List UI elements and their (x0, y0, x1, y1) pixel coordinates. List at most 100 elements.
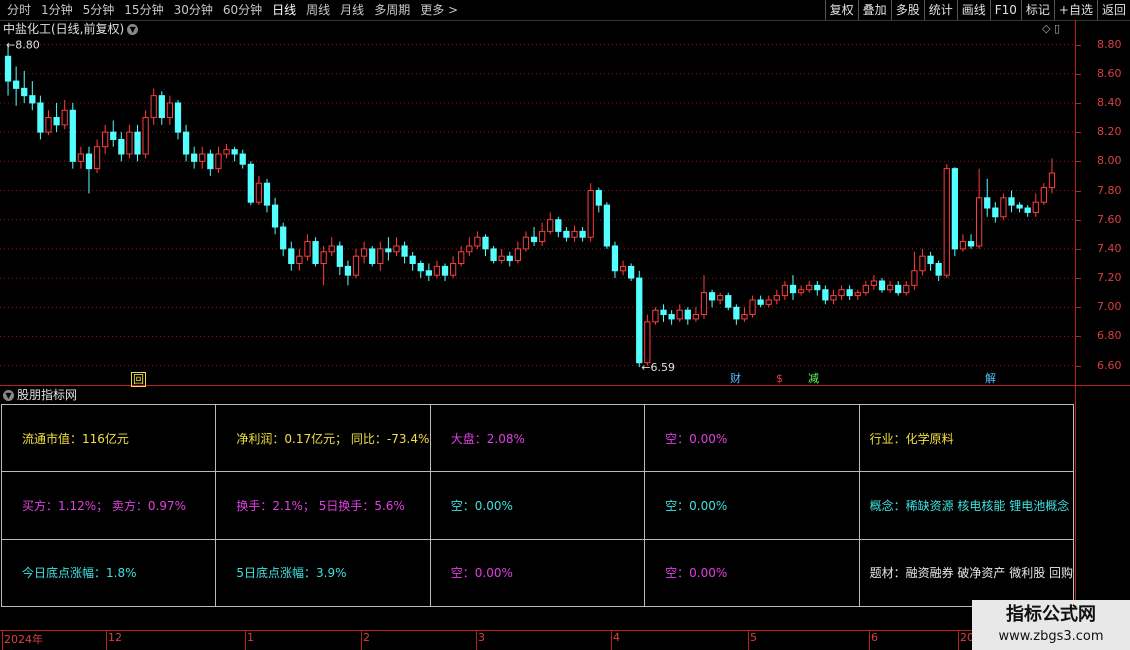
marker-cai[interactable]: 财 (730, 372, 741, 385)
candle (943, 164, 950, 279)
candle (895, 280, 902, 296)
table-cell: 空：0.00% (429, 471, 646, 540)
candle (393, 237, 400, 257)
candle (611, 241, 619, 279)
y-tick (1075, 248, 1081, 250)
period-tab[interactable]: 月线 (335, 0, 369, 20)
marker-jian[interactable]: 减 (808, 372, 819, 385)
action-button[interactable]: 画线 (956, 0, 990, 20)
candle (360, 241, 368, 264)
candle (814, 280, 821, 296)
candle (1048, 158, 1056, 194)
candle (255, 175, 263, 206)
candle (579, 226, 586, 242)
period-tab[interactable]: 分时 (2, 0, 36, 20)
candle (846, 285, 853, 300)
candle (336, 241, 343, 276)
table-cell: 换手：2.1%； 5日换手：5.6% (215, 471, 431, 540)
date-tick (245, 630, 246, 650)
period-tab[interactable]: 日线 (267, 0, 301, 20)
candle (789, 275, 797, 300)
candle (466, 237, 473, 257)
candlestick-chart[interactable]: ←8.80 ←6.59 (0, 20, 1075, 385)
table-cell: 今日底点涨幅：1.8% (0, 538, 217, 608)
period-tab[interactable]: 周线 (301, 0, 335, 20)
y-tick-label: 8.40 (1097, 95, 1122, 109)
table-cell: 大盘：2.08% (429, 403, 646, 473)
candle (263, 178, 271, 213)
period-tab[interactable]: 15分钟 (119, 0, 168, 20)
candle (741, 307, 748, 322)
action-button[interactable]: 返回 (1096, 0, 1130, 20)
candle (733, 304, 740, 325)
y-tick-label: 6.60 (1097, 358, 1122, 372)
period-tab[interactable]: 多周期 (369, 0, 415, 20)
y-tick-label: 7.60 (1097, 212, 1122, 226)
candle (539, 222, 546, 246)
y-tick (1075, 278, 1081, 280)
table-cell: 空：0.00% (429, 538, 646, 608)
watermark-url: www.zbgs3.com (998, 629, 1104, 644)
period-tab[interactable]: 60分钟 (218, 0, 267, 20)
candle (482, 234, 489, 257)
candle (886, 280, 894, 293)
candle (458, 245, 465, 267)
period-tab[interactable]: 更多 > (415, 0, 463, 20)
candle (352, 248, 360, 279)
candle (563, 226, 570, 242)
action-button[interactable]: 叠加 (857, 0, 891, 20)
candle (296, 248, 303, 271)
candle (85, 146, 93, 194)
candle (587, 183, 594, 242)
y-tick (1075, 219, 1081, 221)
marker-hui[interactable]: 回 (131, 372, 146, 387)
candle (288, 241, 295, 271)
date-tick (2, 630, 3, 650)
candle (13, 66, 20, 106)
candle (547, 212, 554, 235)
y-tick (1075, 132, 1081, 134)
table-cell: 空：0.00% (644, 538, 860, 608)
candle (522, 231, 530, 252)
action-button[interactable]: 复权 (824, 0, 858, 20)
candle (385, 237, 392, 261)
action-button[interactable]: F10 (989, 0, 1021, 20)
action-button[interactable]: 多股 (890, 0, 924, 20)
candle (223, 143, 230, 159)
period-tab[interactable]: 30分钟 (169, 0, 218, 20)
marker-jie[interactable]: 解 (985, 372, 996, 385)
action-button[interactable]: +自选 (1053, 0, 1097, 20)
candle (45, 110, 52, 136)
chevron-down-icon[interactable]: ▼ (3, 390, 14, 401)
candle (927, 251, 934, 271)
period-tab[interactable]: 5分钟 (78, 0, 120, 20)
candle (320, 245, 327, 286)
candle (29, 81, 36, 111)
y-tick-label: 8.20 (1097, 125, 1122, 139)
candle (1008, 190, 1015, 213)
action-button[interactable]: 标记 (1020, 0, 1054, 20)
candle (676, 304, 683, 322)
candle (61, 100, 68, 130)
candle (142, 110, 149, 159)
candle (984, 178, 991, 217)
candle (239, 149, 246, 169)
candle (158, 91, 165, 125)
date-axis: 2024年 12 1 2 3 4 5 6 20 (0, 630, 1130, 650)
candle (717, 292, 724, 305)
candle (668, 310, 675, 325)
candle (514, 241, 521, 264)
candle (53, 102, 60, 133)
candle (174, 100, 182, 140)
candle (1032, 193, 1039, 217)
period-tab[interactable]: 1分钟 (36, 0, 78, 20)
marker-dollar[interactable]: $ (776, 372, 783, 385)
candle (126, 124, 133, 159)
date-label: 4 (613, 631, 620, 644)
candle (854, 289, 861, 300)
panel-divider (0, 385, 1130, 386)
indicator-title[interactable]: ▼ 股朋指标网 (3, 387, 77, 403)
action-button[interactable]: 统计 (923, 0, 957, 20)
candle (118, 132, 125, 162)
candle (433, 260, 441, 279)
